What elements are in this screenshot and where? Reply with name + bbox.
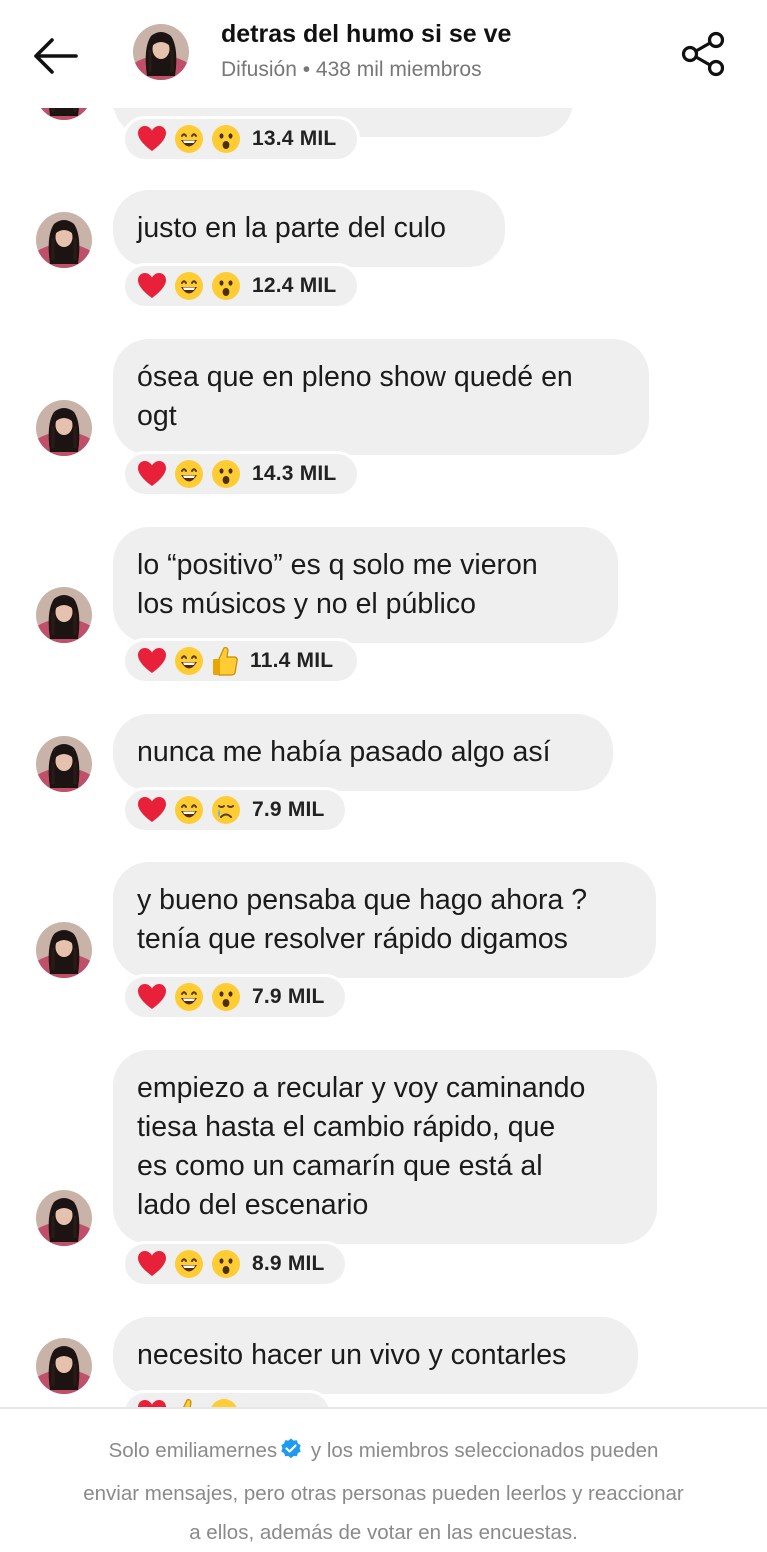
message-text-line: lado del escenario (137, 1189, 369, 1221)
reaction-bar[interactable]: 13.4 MIL (122, 116, 360, 162)
footer-text-2: enviar mensajes, pero otras personas pue… (83, 1482, 684, 1505)
laugh-icon (174, 1249, 204, 1279)
sender-avatar[interactable] (36, 212, 92, 268)
heart-icon (137, 125, 167, 153)
message-text-line: necesito hacer un vivo y contarles (137, 1339, 567, 1371)
reaction-count: 7.9 MIL (252, 985, 325, 1008)
sender-avatar[interactable] (36, 587, 92, 643)
laugh-icon (174, 982, 204, 1012)
reaction-bar[interactable]: 11.4 MIL (122, 638, 360, 684)
message-bubble[interactable]: justo en la parte del culo (113, 190, 505, 267)
reaction-bar[interactable]: 12.4 MIL (122, 263, 360, 309)
laugh-icon (174, 459, 204, 489)
reaction-bar[interactable] (122, 1390, 332, 1408)
channel-footer-notice: Solo emiliamernes y los miembros selecci… (0, 1407, 767, 1551)
sender-avatar[interactable] (36, 1190, 92, 1246)
reaction-count: 7.9 MIL (252, 798, 325, 821)
footer-text-1a: Solo emiliamernes (108, 1439, 278, 1462)
verified-badge-icon (279, 1435, 303, 1474)
message-text-line: ósea que en pleno show quedé en (137, 361, 573, 393)
reaction-bar[interactable]: 8.9 MIL (122, 1241, 348, 1287)
wow-icon (211, 124, 241, 154)
message-bubble[interactable]: necesito hacer un vivo y contarles (113, 1317, 638, 1394)
message-text-line: justo en la parte del culo (137, 212, 446, 244)
reaction-bar[interactable]: 14.3 MIL (122, 451, 360, 497)
wow-icon (211, 459, 241, 489)
sender-avatar[interactable] (36, 1338, 92, 1394)
channel-title[interactable]: detras del humo si se ve (221, 20, 511, 49)
footer-text-3: a ellos, además de votar en las encuesta… (189, 1521, 578, 1544)
message-text-line: empiezo a recular y voy caminando (137, 1072, 586, 1104)
reaction-count: 12.4 MIL (252, 274, 337, 297)
message-text-line: lo “positivo” es q solo me vieron (137, 549, 538, 581)
sender-avatar[interactable] (36, 736, 92, 792)
message-bubble[interactable]: nunca me había pasado algo así (113, 714, 613, 791)
wow-icon (211, 1249, 241, 1279)
channel-header: detras del humo si se ve Difusión • 438 … (0, 0, 767, 108)
message-bubble[interactable]: empiezo a recular y voy caminando tiesa h… (113, 1050, 657, 1244)
message-text-line: nunca me había pasado algo así (137, 736, 551, 768)
laugh-icon (174, 271, 204, 301)
heart-icon (137, 460, 167, 488)
message-text-line: es como un camarín que está al (137, 1150, 543, 1182)
reaction-bar[interactable]: 7.9 MIL (122, 974, 348, 1020)
laugh-icon (174, 646, 204, 676)
message-text-line: ogt (137, 400, 177, 432)
footer-text-1b: y los miembros seleccionados pueden (305, 1439, 659, 1462)
heart-icon (137, 272, 167, 300)
sender-avatar[interactable] (36, 922, 92, 978)
laugh-icon (174, 795, 204, 825)
reaction-count: 8.9 MIL (252, 1252, 325, 1275)
message-bubble[interactable]: ósea que en pleno show quedé en ogt (113, 339, 649, 455)
message-bubble[interactable]: y bueno pensaba que hago ahora ? tenía qu… (113, 862, 656, 978)
wow-icon (211, 982, 241, 1012)
message-text-line: tenía que resolver rápido digamos (137, 923, 568, 955)
laugh-icon (174, 124, 204, 154)
heart-icon (137, 1250, 167, 1278)
message-feed[interactable]: 13.4 MIL justo en la parte del culo 12.4 … (0, 0, 767, 1408)
sad-tear-icon (211, 795, 241, 825)
message-text-line: tiesa hasta el cambio rápido, que (137, 1111, 556, 1143)
reaction-bar[interactable]: 7.9 MIL (122, 787, 348, 833)
heart-icon (137, 983, 167, 1011)
message-text-line: los músicos y no el público (137, 588, 476, 620)
message-bubble[interactable]: lo “positivo” es q solo me vieron los mús… (113, 527, 618, 643)
reaction-count: 14.3 MIL (252, 462, 337, 485)
channel-avatar[interactable] (133, 24, 189, 80)
reaction-count: 13.4 MIL (252, 127, 337, 150)
channel-subtitle: Difusión • 438 mil miembros (221, 58, 482, 81)
heart-icon (137, 647, 167, 675)
thumbs-up-icon (211, 645, 239, 677)
back-arrow-icon[interactable] (28, 34, 80, 78)
share-icon[interactable] (675, 28, 731, 80)
sender-avatar[interactable] (36, 400, 92, 456)
message-text-line: y bueno pensaba que hago ahora ? (137, 884, 588, 916)
wow-icon (211, 271, 241, 301)
heart-icon (137, 796, 167, 824)
reaction-count: 11.4 MIL (250, 649, 334, 672)
